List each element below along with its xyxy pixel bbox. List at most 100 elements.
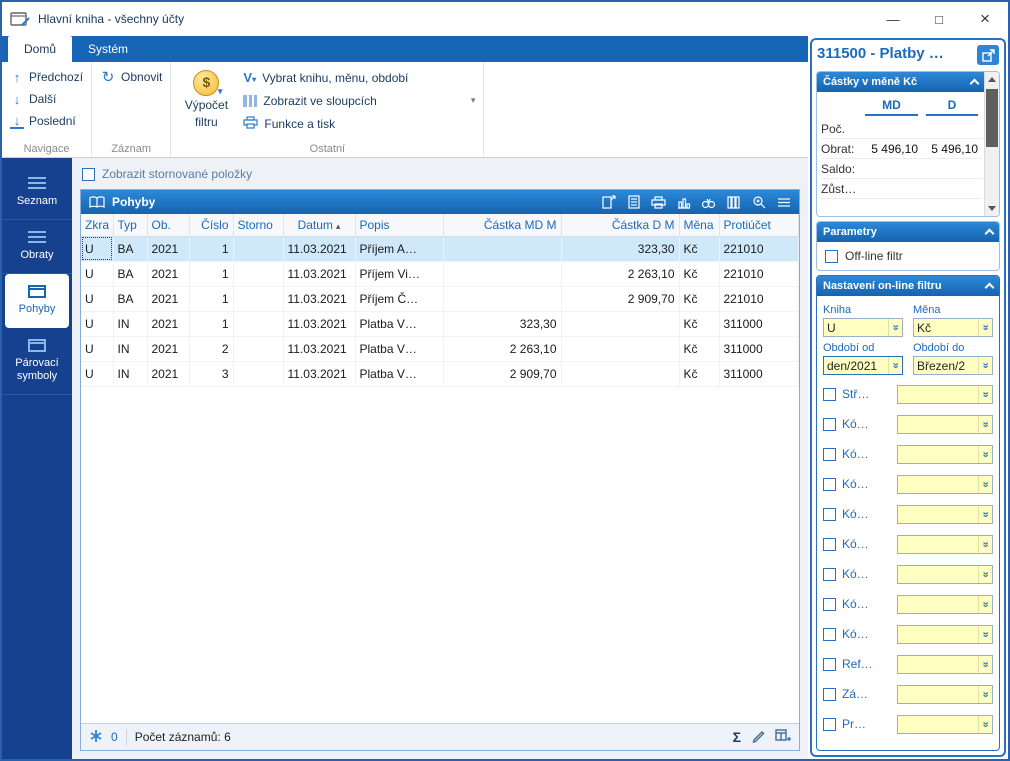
filter-checkbox[interactable] [823,478,836,491]
table-cell[interactable]: Platba V… [355,311,443,336]
table-cell[interactable] [233,236,283,261]
table-cell[interactable]: Kč [679,236,719,261]
table-cell[interactable]: Kč [679,286,719,311]
filter-value-field[interactable] [897,445,993,464]
col-datum[interactable]: Datum▴ [283,214,355,236]
table-cell[interactable]: Kč [679,336,719,361]
sidebar-item-obraty[interactable]: Obraty [2,220,72,274]
table-cell[interactable] [233,361,283,386]
predchozi-button[interactable]: ↑ Předchozí [10,66,83,88]
filter-value-field[interactable] [897,595,993,614]
table-cell[interactable]: 11.03.2021 [283,311,355,336]
dropdown-button[interactable] [978,716,992,733]
table-row[interactable]: UBA2021111.03.2021Příjem Vi…2 263,10Kč22… [81,261,799,286]
dalsi-button[interactable]: ↓ Další [10,88,83,110]
table-cell[interactable]: Kč [679,361,719,386]
col-ob[interactable]: Ob. [147,214,189,236]
filter-value-field[interactable] [897,685,993,704]
table-cell[interactable] [561,311,679,336]
posledni-button[interactable]: ↓ Poslední [10,110,83,132]
table-cell[interactable]: IN [113,336,147,361]
table-row[interactable]: UBA2021111.03.2021Příjem Č…2 909,70Kč221… [81,286,799,311]
filter-value-field[interactable] [897,475,993,494]
filter-checkbox[interactable] [823,508,836,521]
storno-checkbox-row[interactable]: Zobrazit stornované položky [82,167,798,181]
chevron-down-icon[interactable]: ▾ [471,95,476,106]
table-cell[interactable]: Platba V… [355,361,443,386]
table-cell[interactable]: 311000 [719,361,799,386]
table-cell[interactable] [561,361,679,386]
table-cell[interactable]: 2021 [147,336,189,361]
table-cell[interactable]: 1 [189,286,233,311]
table-cell[interactable]: 2 263,10 [443,336,561,361]
col-castka-d[interactable]: Částka D M [561,214,679,236]
table-cell[interactable]: 1 [189,261,233,286]
col-popis[interactable]: Popis [355,214,443,236]
table-cell[interactable]: 2 909,70 [561,286,679,311]
mena-field[interactable]: Kč [913,318,993,337]
castky-section-header[interactable]: Částky v měně Kč [817,72,984,92]
table-cell[interactable]: BA [113,236,147,261]
table-cell[interactable]: U [81,311,113,336]
table-cell[interactable]: U [81,336,113,361]
table-cell[interactable] [233,286,283,311]
table-cell[interactable]: Příjem A… [355,236,443,261]
print-icon[interactable] [649,194,668,211]
table-row[interactable]: UIN2021211.03.2021Platba V…2 263,10Kč311… [81,336,799,361]
report-icon[interactable] [624,194,643,211]
scrollbar-thumb[interactable] [986,89,998,147]
table-cell[interactable] [443,261,561,286]
filter-checkbox[interactable] [823,448,836,461]
table-cell[interactable]: U [81,261,113,286]
maximize-button[interactable]: □ [916,2,962,36]
tab-domu[interactable]: Domů [8,36,72,62]
table-cell[interactable]: 2 909,70 [443,361,561,386]
table-cell[interactable] [233,311,283,336]
edit-icon[interactable] [751,729,765,746]
filter-value-field[interactable] [897,565,993,584]
table-cell[interactable]: 2021 [147,286,189,311]
table-cell[interactable]: U [81,236,113,261]
filter-checkbox[interactable] [823,658,836,671]
table-cell[interactable]: 11.03.2021 [283,261,355,286]
obdobi-od-field[interactable]: den/2021 [823,356,903,375]
obdobi-do-field[interactable]: Březen/2 [913,356,993,375]
table-cell[interactable]: BA [113,261,147,286]
table-cell[interactable]: Kč [679,261,719,286]
sidebar-item-pohyby[interactable]: Pohyby [5,274,69,327]
table-row[interactable]: UIN2021111.03.2021Platba V…323,30Kč31100… [81,311,799,336]
filter-checkbox[interactable] [823,538,836,551]
tab-system[interactable]: Systém [72,36,144,62]
table-cell[interactable]: 221010 [719,236,799,261]
kniha-field[interactable]: U [823,318,903,337]
col-zkra[interactable]: Zkra [81,214,113,236]
minimize-button[interactable]: — [870,2,916,36]
scrollbar-track[interactable] [985,87,999,201]
chart-icon[interactable] [674,194,693,211]
table-cell[interactable]: 2021 [147,261,189,286]
dropdown-button[interactable] [978,536,992,553]
col-cislo[interactable]: Číslo [189,214,233,236]
filter-value-field[interactable] [897,715,993,734]
dropdown-button[interactable] [978,656,992,673]
dropdown-button[interactable] [978,357,992,374]
collapse-icon[interactable] [985,283,995,293]
sidebar-item-parovaci-symboly[interactable]: Párovací symboly [2,328,72,395]
filter-value-field[interactable] [897,415,993,434]
columns-icon[interactable] [724,194,743,211]
table-cell[interactable]: U [81,361,113,386]
table-cell[interactable]: Platba V… [355,336,443,361]
export-icon[interactable] [599,194,618,211]
storno-checkbox[interactable] [82,168,95,181]
filter-value-field[interactable] [897,625,993,644]
table-cell[interactable]: 2 263,10 [561,261,679,286]
table-cell[interactable]: 11.03.2021 [283,336,355,361]
dropdown-button[interactable] [978,386,992,403]
filter-checkbox[interactable] [823,718,836,731]
table-cell[interactable]: 311000 [719,336,799,361]
scroll-down-button[interactable] [985,201,999,216]
vypocet-filtru-button[interactable]: $▾ Výpočet filtru [179,66,233,135]
table-cell[interactable] [443,236,561,261]
parametry-section-header[interactable]: Parametry [817,222,999,242]
dropdown-button[interactable] [978,476,992,493]
